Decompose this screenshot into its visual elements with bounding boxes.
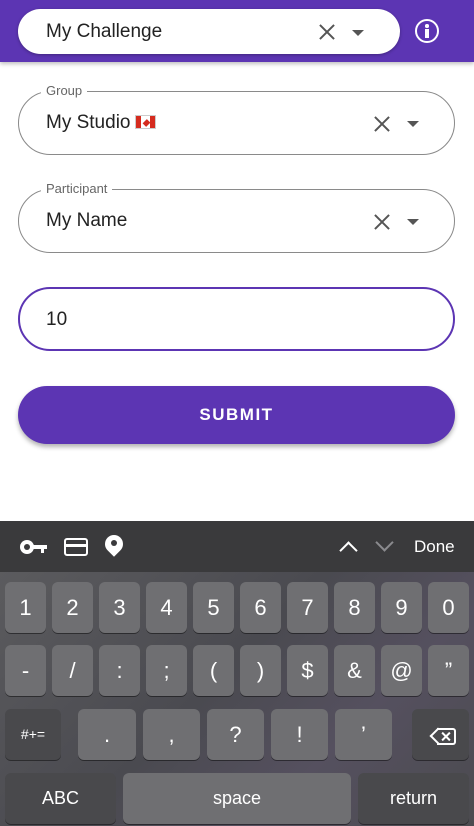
key-4[interactable]: 4 (146, 582, 187, 633)
key-ampersand[interactable]: & (334, 645, 375, 696)
key-6[interactable]: 6 (240, 582, 281, 633)
key-1[interactable]: 1 (5, 582, 46, 633)
backspace-icon (429, 727, 456, 745)
key-quote[interactable]: ” (428, 645, 469, 696)
key-hyphen[interactable]: - (5, 645, 46, 696)
amount-value: 10 (46, 309, 68, 330)
key-more-symbols[interactable]: #+= (5, 709, 61, 760)
key-0[interactable]: 0 (428, 582, 469, 633)
return-key[interactable]: return (358, 773, 469, 824)
key-5[interactable]: 5 (193, 582, 234, 633)
key-abc[interactable]: ABC (5, 773, 116, 824)
group-label: Group (41, 83, 88, 98)
key-8[interactable]: 8 (334, 582, 375, 633)
key-dollar[interactable]: $ (287, 645, 328, 696)
participant-select[interactable]: Participant My Name (18, 181, 455, 253)
done-button[interactable]: Done (414, 537, 455, 557)
key-2[interactable]: 2 (52, 582, 93, 633)
participant-value: My Name (46, 210, 128, 231)
participant-dropdown-icon[interactable] (407, 219, 419, 225)
clear-challenge-icon[interactable] (318, 23, 336, 41)
clear-group-icon[interactable] (373, 115, 391, 133)
key-close-paren[interactable]: ) (240, 645, 281, 696)
key-7[interactable]: 7 (287, 582, 328, 633)
key-semicolon[interactable]: ; (146, 645, 187, 696)
key-exclamation[interactable]: ! (271, 709, 328, 760)
credit-card-icon[interactable] (64, 538, 88, 556)
group-dropdown-icon[interactable] (407, 121, 419, 127)
key-at[interactable]: @ (381, 645, 422, 696)
numeric-keyboard: 1 2 3 4 5 6 7 8 9 0 - / : ; ( ) $ & @ ” … (0, 572, 474, 826)
group-select[interactable]: Group My Studio (18, 83, 455, 155)
space-key[interactable]: space (123, 773, 351, 824)
key-slash[interactable]: / (52, 645, 93, 696)
participant-label: Participant (41, 181, 113, 196)
challenge-select[interactable]: My Challenge (18, 9, 400, 54)
password-key-icon[interactable] (20, 540, 48, 554)
challenge-value: My Challenge (46, 21, 163, 42)
clear-participant-icon[interactable] (373, 213, 391, 231)
key-apostrophe[interactable]: ’ (335, 709, 392, 760)
key-question[interactable]: ? (207, 709, 264, 760)
info-icon[interactable] (415, 19, 439, 43)
key-9[interactable]: 9 (381, 582, 422, 633)
key-period[interactable]: . (78, 709, 136, 760)
challenge-dropdown-icon[interactable] (352, 30, 364, 36)
key-colon[interactable]: : (99, 645, 140, 696)
key-3[interactable]: 3 (99, 582, 140, 633)
key-open-paren[interactable]: ( (193, 645, 234, 696)
location-pin-icon[interactable] (101, 531, 127, 559)
canada-flag-icon (135, 115, 157, 129)
group-value: My Studio (46, 112, 157, 134)
submit-button[interactable]: SUBMIT (18, 386, 455, 444)
app-header: My Challenge (0, 0, 474, 62)
key-comma[interactable]: , (143, 709, 200, 760)
amount-input[interactable]: 10 (18, 287, 455, 351)
